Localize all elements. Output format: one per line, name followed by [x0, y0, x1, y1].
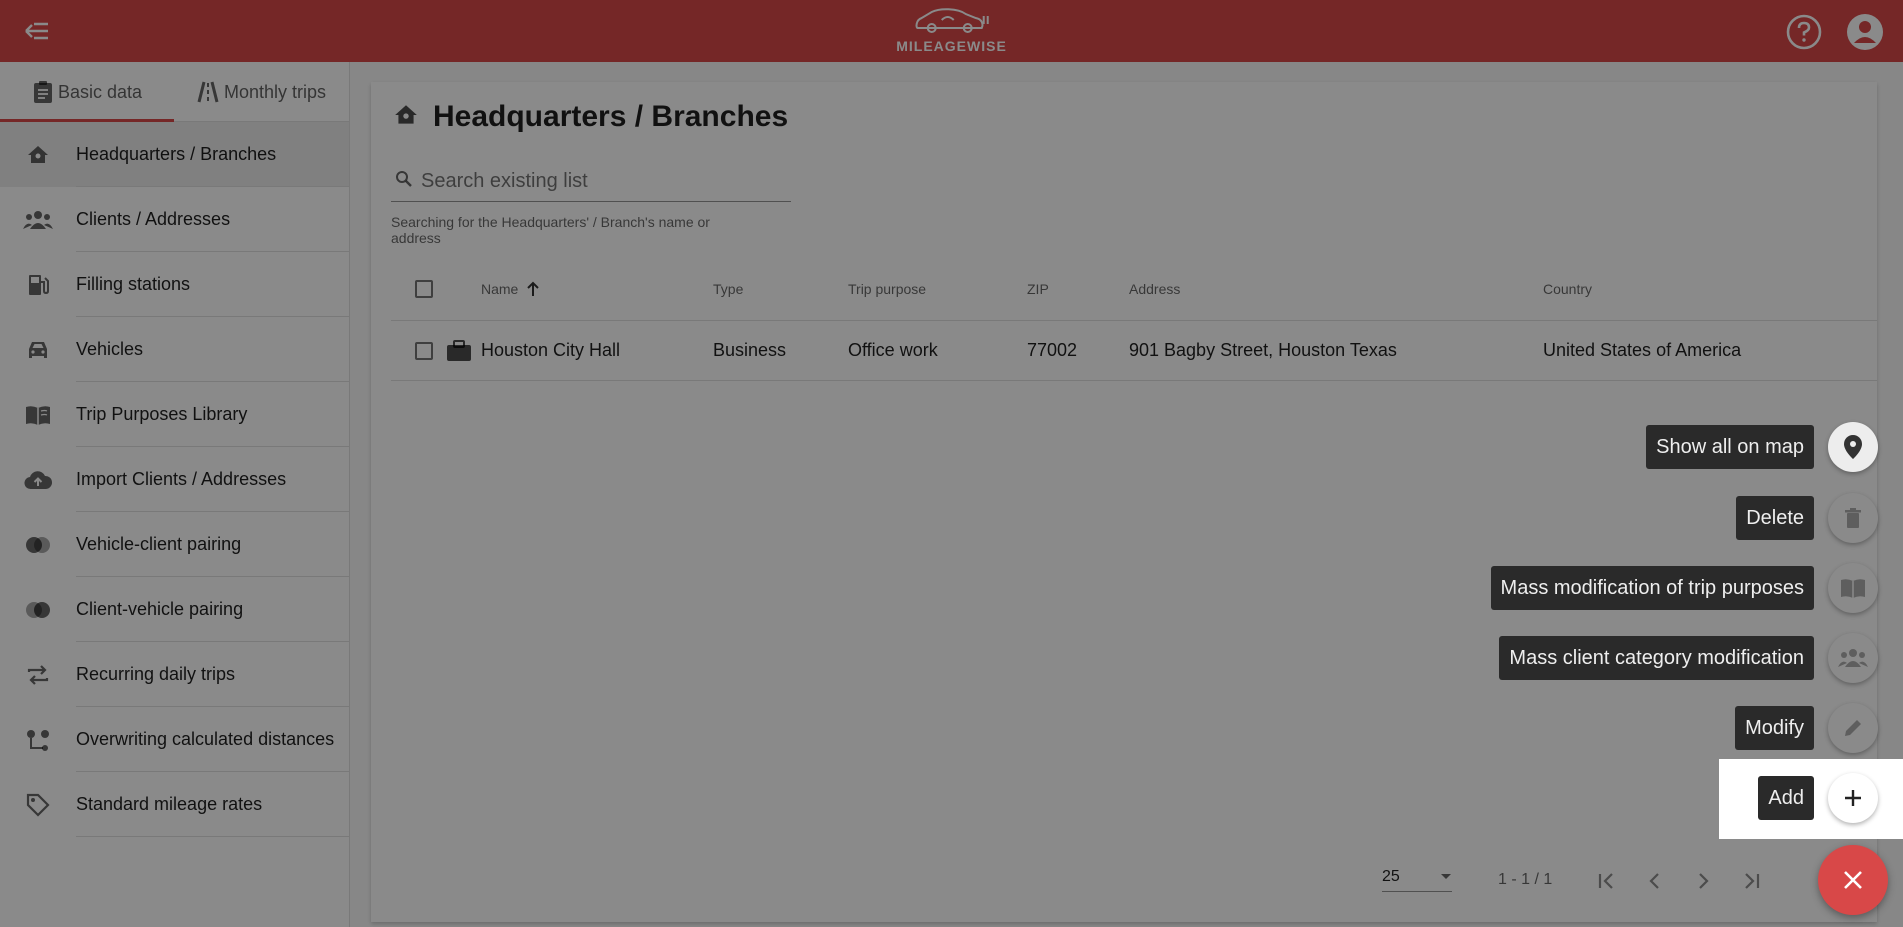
- mass-client-category-label[interactable]: Mass client category modification: [1499, 636, 1814, 680]
- add-label[interactable]: Add: [1758, 776, 1814, 820]
- backdrop-overlay[interactable]: [0, 0, 1903, 927]
- speed-dial-delete[interactable]: Delete: [1736, 493, 1878, 543]
- book-icon[interactable]: [1828, 563, 1878, 613]
- speed-dial-add[interactable]: Add: [1758, 773, 1878, 823]
- trash-icon[interactable]: [1828, 493, 1878, 543]
- mass-trip-purposes-label[interactable]: Mass modification of trip purposes: [1490, 566, 1814, 610]
- close-speed-dial-button[interactable]: [1818, 845, 1888, 915]
- pencil-icon[interactable]: [1828, 703, 1878, 753]
- modify-label[interactable]: Modify: [1735, 706, 1814, 750]
- delete-label[interactable]: Delete: [1736, 496, 1814, 540]
- speed-dial-show-on-map[interactable]: Show all on map: [1646, 422, 1878, 472]
- speed-dial-mass-client-category[interactable]: Mass client category modification: [1499, 633, 1878, 683]
- group-icon[interactable]: [1828, 633, 1878, 683]
- speed-dial-modify[interactable]: Modify: [1735, 703, 1878, 753]
- speed-dial-mass-trip-purposes[interactable]: Mass modification of trip purposes: [1490, 563, 1878, 613]
- map-pin-icon[interactable]: [1828, 422, 1878, 472]
- show-on-map-label[interactable]: Show all on map: [1646, 425, 1814, 469]
- close-icon: [1844, 871, 1862, 889]
- plus-icon[interactable]: [1828, 773, 1878, 823]
